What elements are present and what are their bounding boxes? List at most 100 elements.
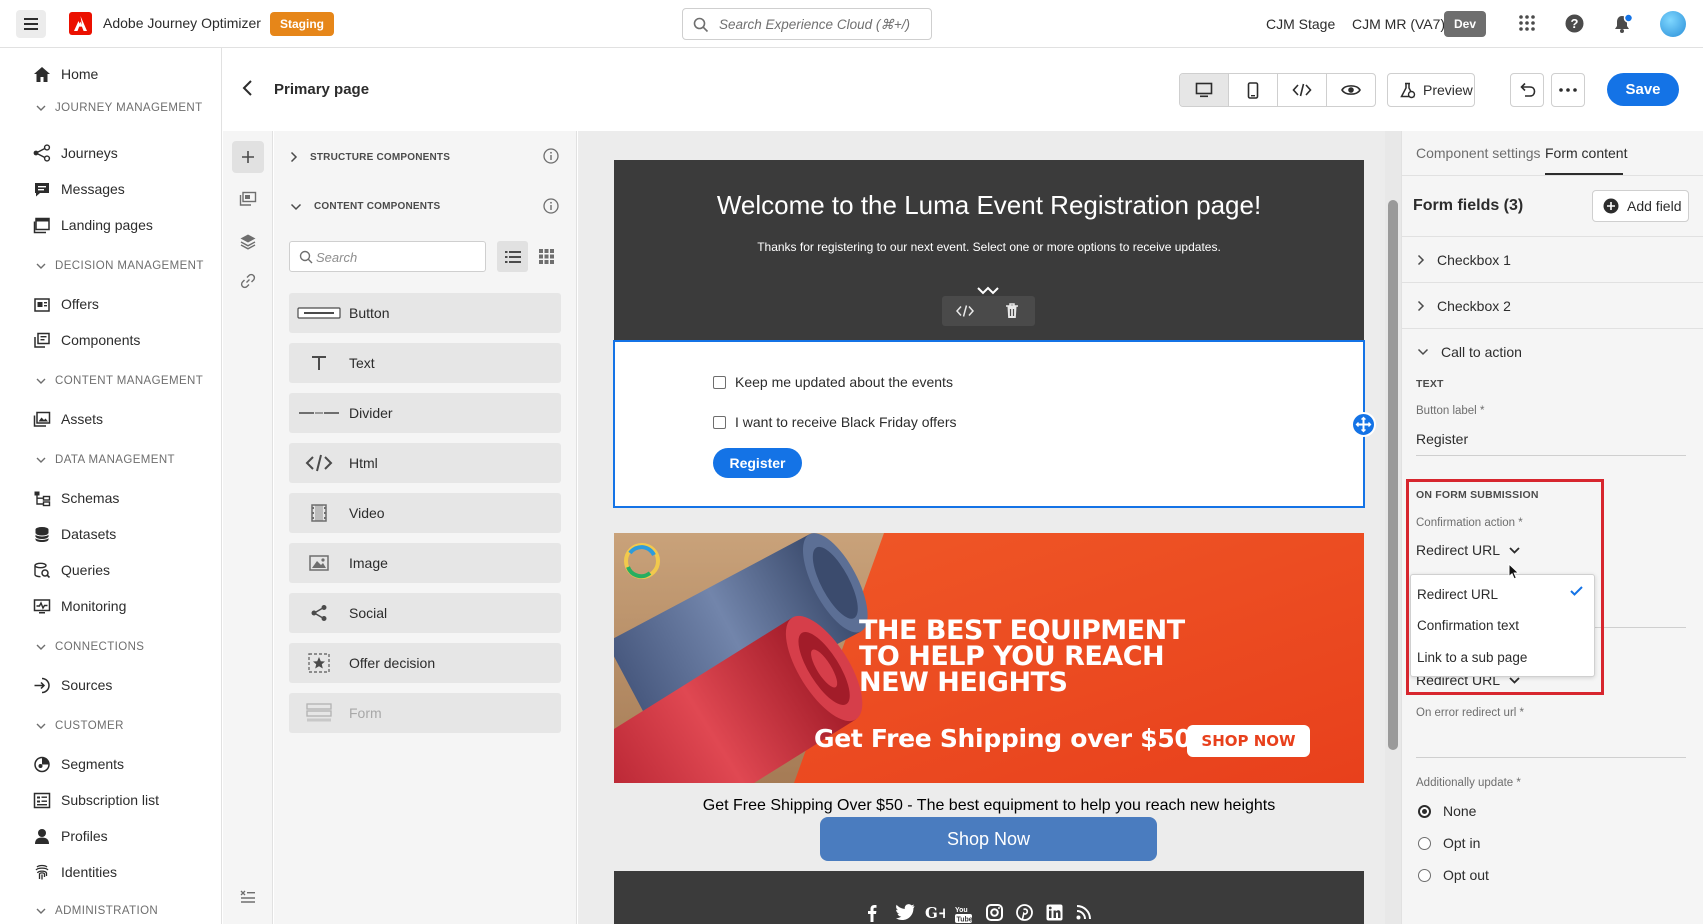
nav-item-identities[interactable]: Identities bbox=[33, 857, 117, 887]
nav-section-decision-management[interactable]: DECISION MANAGEMENT bbox=[36, 256, 204, 276]
twitter-icon[interactable] bbox=[896, 904, 915, 920]
button-label-input[interactable]: Register bbox=[1416, 431, 1468, 447]
radio-opt-out[interactable]: Opt out bbox=[1418, 867, 1489, 883]
nav-item-datasets[interactable]: Datasets bbox=[33, 519, 116, 549]
menu-icon[interactable] bbox=[16, 10, 46, 38]
desktop-view-button[interactable] bbox=[1180, 74, 1229, 106]
structure-components-accordion[interactable]: STRUCTURE COMPONENTS bbox=[290, 151, 450, 163]
search-placeholder: Search bbox=[316, 250, 358, 265]
hero-title[interactable]: Welcome to the Luma Event Registration p… bbox=[614, 190, 1364, 221]
nav-section-journey-management[interactable]: JOURNEY MANAGEMENT bbox=[36, 98, 203, 118]
list-view-button[interactable] bbox=[497, 241, 528, 272]
save-button[interactable]: Save bbox=[1607, 73, 1679, 106]
nav-item-offers[interactable]: Offers bbox=[33, 289, 99, 319]
tab-component-settings[interactable]: Component settings bbox=[1416, 145, 1541, 161]
add-field-button[interactable]: Add field bbox=[1592, 190, 1689, 222]
instagram-icon[interactable] bbox=[986, 904, 1003, 921]
hero-subtitle[interactable]: Thanks for registering to our next event… bbox=[614, 240, 1364, 254]
facebook-icon[interactable] bbox=[867, 904, 877, 922]
form-checkbox-2[interactable]: I want to receive Black Friday offers bbox=[713, 414, 957, 430]
nav-item-monitoring[interactable]: Monitoring bbox=[33, 591, 126, 621]
nav-item-messages[interactable]: Messages bbox=[33, 174, 125, 204]
radio-none[interactable]: None bbox=[1418, 803, 1476, 819]
undo-button[interactable] bbox=[1510, 73, 1544, 107]
info-icon[interactable] bbox=[543, 198, 559, 214]
component-button[interactable]: Button bbox=[289, 293, 561, 333]
shipping-text[interactable]: Get Free Shipping Over $50 - The best eq… bbox=[614, 797, 1364, 815]
bell-icon[interactable] bbox=[1612, 13, 1634, 35]
info-icon[interactable] bbox=[543, 148, 559, 164]
component-social[interactable]: Social bbox=[289, 593, 561, 633]
nav-item-home[interactable]: Home bbox=[33, 59, 98, 89]
nav-section-customer[interactable]: CUSTOMER bbox=[36, 716, 124, 736]
nav-item-landing-pages[interactable]: Landing pages bbox=[33, 210, 153, 240]
component-html[interactable]: Html bbox=[289, 443, 561, 483]
global-search[interactable]: Search Experience Cloud (⌘+/) bbox=[682, 8, 932, 40]
fragments-button[interactable] bbox=[232, 183, 264, 215]
block-delete-button[interactable] bbox=[989, 296, 1036, 326]
nav-item-schemas[interactable]: Schemas bbox=[33, 483, 119, 513]
nav-item-sources[interactable]: Sources bbox=[33, 670, 112, 700]
component-offer-decision[interactable]: Offer decision bbox=[289, 643, 561, 683]
more-actions-button[interactable] bbox=[1551, 73, 1585, 107]
form-checkbox-1[interactable]: Keep me updated about the events bbox=[713, 374, 953, 390]
nav-item-assets[interactable]: Assets bbox=[33, 404, 103, 434]
nav-item-profiles[interactable]: Profiles bbox=[33, 821, 108, 851]
nav-item-subscription-list[interactable]: Subscription list bbox=[33, 785, 159, 815]
radio-button[interactable] bbox=[1418, 804, 1431, 818]
block-code-button[interactable] bbox=[942, 296, 989, 326]
shop-now-button[interactable]: Shop Now bbox=[820, 817, 1157, 861]
component-search-input[interactable]: Search bbox=[289, 241, 486, 272]
links-button[interactable] bbox=[232, 265, 264, 297]
nav-section-administration[interactable]: ADMINISTRATION bbox=[36, 901, 158, 921]
add-components-button[interactable] bbox=[232, 141, 264, 173]
component-text[interactable]: Text bbox=[289, 343, 561, 383]
nav-item-segments[interactable]: Segments bbox=[33, 749, 124, 779]
field-row-call-to-action[interactable]: Call to action bbox=[1401, 328, 1703, 374]
org-switcher[interactable]: CJM Stage bbox=[1266, 16, 1335, 32]
sandbox-switcher[interactable]: CJM MR (VA7) bbox=[1352, 16, 1445, 32]
adobe-logo[interactable] bbox=[69, 12, 92, 35]
tab-form-content[interactable]: Form content bbox=[1545, 145, 1627, 161]
nav-item-queries[interactable]: Queries bbox=[33, 555, 110, 585]
checkbox[interactable] bbox=[713, 375, 726, 389]
component-divider[interactable]: Divider bbox=[289, 393, 561, 433]
radio-button[interactable] bbox=[1418, 836, 1431, 850]
grid-view-button[interactable] bbox=[531, 241, 562, 272]
field-row-checkbox-1[interactable]: Checkbox 1 bbox=[1401, 236, 1703, 282]
add-block-button[interactable] bbox=[1351, 412, 1376, 437]
layers-button[interactable] bbox=[232, 225, 264, 257]
help-icon[interactable]: ? bbox=[1565, 14, 1584, 33]
nav-section-connections[interactable]: CONNECTIONS bbox=[36, 637, 144, 657]
register-button[interactable]: Register bbox=[713, 448, 802, 478]
preview-toggle-button[interactable] bbox=[1327, 74, 1375, 106]
youtube-icon[interactable]: You Tube bbox=[955, 904, 972, 924]
back-arrow-icon[interactable] bbox=[240, 79, 256, 97]
canvas-scrollbar-thumb[interactable] bbox=[1388, 200, 1398, 750]
content-components-accordion[interactable]: CONTENT COMPONENTS bbox=[290, 201, 440, 212]
on-error-redirect-input[interactable] bbox=[1416, 757, 1686, 758]
field-row-checkbox-2[interactable]: Checkbox 2 bbox=[1401, 282, 1703, 328]
avatar[interactable] bbox=[1660, 11, 1686, 37]
linkedin-icon[interactable] bbox=[1046, 904, 1063, 921]
rss-icon[interactable] bbox=[1076, 904, 1092, 920]
checkbox[interactable] bbox=[713, 415, 726, 429]
pinterest-icon[interactable] bbox=[1016, 904, 1033, 921]
app-title[interactable]: Adobe Journey Optimizer bbox=[103, 15, 261, 31]
nav-section-data-management[interactable]: DATA MANAGEMENT bbox=[36, 450, 175, 470]
mobile-view-button[interactable] bbox=[1229, 74, 1278, 106]
apps-icon[interactable] bbox=[1518, 14, 1536, 32]
radio-opt-in[interactable]: Opt in bbox=[1418, 835, 1480, 851]
google-plus-icon[interactable]: G+ bbox=[925, 904, 945, 920]
nav-section-content-management[interactable]: CONTENT MANAGEMENT bbox=[36, 371, 203, 391]
nav-item-journeys[interactable]: Journeys bbox=[33, 138, 118, 168]
nav-item-components[interactable]: Components bbox=[33, 325, 140, 355]
component-image[interactable]: Image bbox=[289, 543, 561, 583]
chevron-down-icon bbox=[36, 105, 46, 111]
divider-component-icon bbox=[289, 407, 349, 419]
code-view-button[interactable] bbox=[1278, 74, 1327, 106]
component-video[interactable]: Video bbox=[289, 493, 561, 533]
preview-button[interactable]: Preview bbox=[1387, 73, 1475, 107]
validation-button[interactable] bbox=[232, 881, 264, 913]
radio-button[interactable] bbox=[1418, 868, 1431, 882]
